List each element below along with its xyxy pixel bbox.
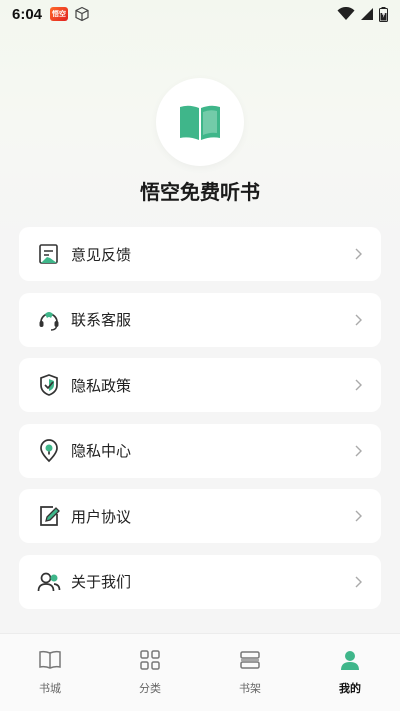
chevron-right-icon xyxy=(355,379,362,391)
menu-item-label: 隐私中心 xyxy=(71,442,132,461)
menu-item-privacy-center[interactable]: 隐私中心 xyxy=(19,423,381,478)
tab-bookstore[interactable]: 书城 xyxy=(0,634,100,711)
menu-item-label: 意见反馈 xyxy=(71,245,132,264)
status-time: 6:04 xyxy=(12,5,43,23)
cube-icon xyxy=(75,6,89,22)
shield-check-icon xyxy=(37,373,61,397)
notification-app-icon: 悟空 xyxy=(50,7,69,21)
location-pin-icon xyxy=(37,439,61,463)
app-name: 悟空免费听书 xyxy=(140,180,260,204)
edit-document-icon xyxy=(37,504,61,528)
tab-mine[interactable]: 我的 xyxy=(300,634,400,711)
users-icon xyxy=(37,570,61,594)
menu-item-privacy-policy[interactable]: 隐私政策 xyxy=(19,358,381,413)
chevron-right-icon xyxy=(355,445,362,457)
menu-item-contact-support[interactable]: 联系客服 xyxy=(19,292,381,347)
app-logo xyxy=(156,78,244,166)
grid-icon xyxy=(140,650,160,670)
menu-item-feedback[interactable]: 意见反馈 xyxy=(19,227,381,281)
chevron-right-icon xyxy=(355,314,362,326)
chevron-right-icon xyxy=(355,248,362,260)
menu-item-about-us[interactable]: 关于我们 xyxy=(19,554,381,609)
menu-item-user-agreement[interactable]: 用户协议 xyxy=(19,489,381,544)
tab-label: 分类 xyxy=(139,682,161,695)
tab-label: 我的 xyxy=(339,682,361,695)
chevron-right-icon xyxy=(355,510,362,522)
status-bar: 6:04 悟空 xyxy=(0,0,400,28)
headset-icon xyxy=(37,308,61,332)
battery-icon xyxy=(379,6,388,22)
bottom-tab-bar: 书城 分类 书架 我的 xyxy=(0,633,400,711)
menu-item-label: 联系客服 xyxy=(71,311,132,330)
book-icon xyxy=(39,650,61,669)
tab-label: 书架 xyxy=(239,682,261,695)
menu-item-label: 隐私政策 xyxy=(71,376,132,395)
wifi-icon xyxy=(337,7,355,20)
notification-app-badge: 悟空 xyxy=(52,10,67,18)
tab-category[interactable]: 分类 xyxy=(100,634,200,711)
chevron-right-icon xyxy=(355,576,362,588)
user-icon xyxy=(341,651,359,670)
menu-item-label: 关于我们 xyxy=(71,573,132,592)
bookshelf-icon xyxy=(240,651,260,669)
settings-menu: 意见反馈 联系客服 隐私政策 隐私中心 用户协议 关于我们 xyxy=(19,227,381,621)
signal-icon xyxy=(361,8,373,20)
tab-label: 书城 xyxy=(39,682,61,695)
open-book-icon xyxy=(180,105,220,140)
tab-bookshelf[interactable]: 书架 xyxy=(200,634,300,711)
menu-item-label: 用户协议 xyxy=(71,507,132,526)
feedback-icon xyxy=(37,242,61,266)
